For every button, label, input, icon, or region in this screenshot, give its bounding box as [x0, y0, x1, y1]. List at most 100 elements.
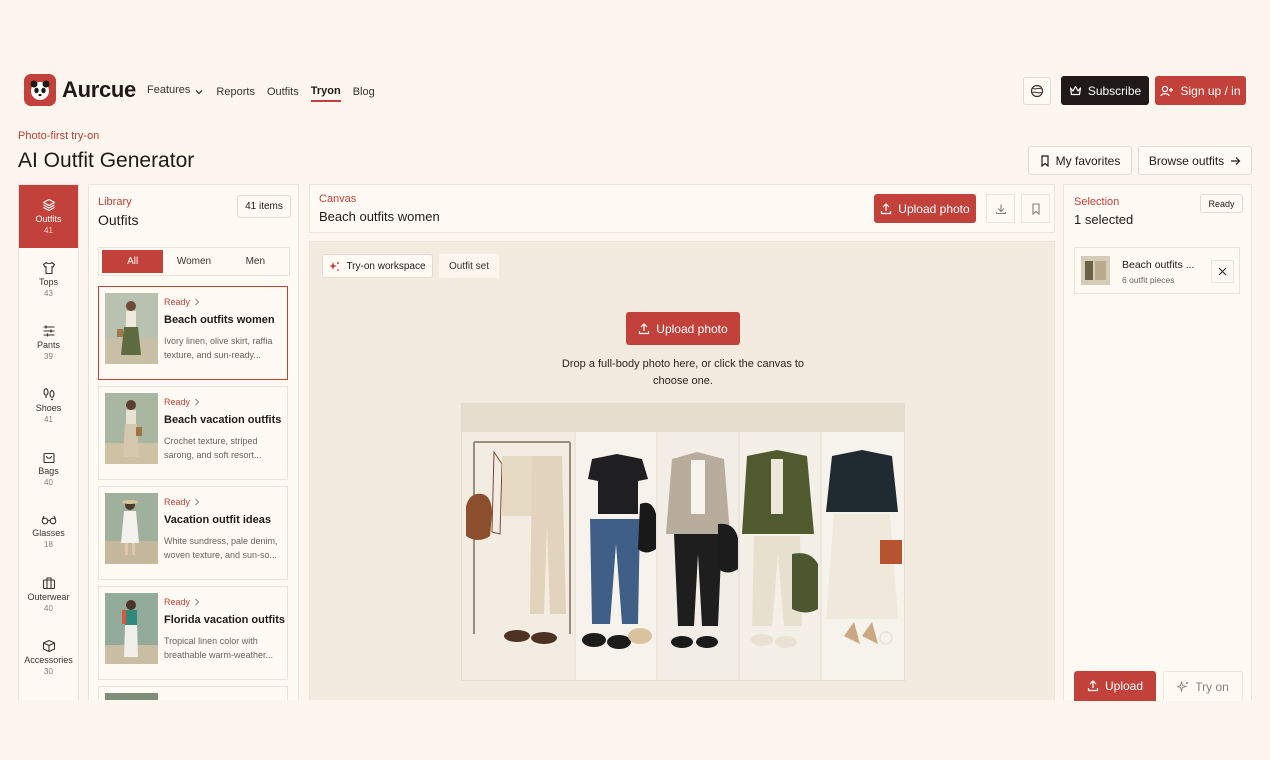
- status-text: Ready: [164, 597, 191, 607]
- outfit-preview-image: [461, 403, 905, 681]
- bookmark-icon: [1041, 154, 1049, 167]
- user-plus-icon: [1160, 85, 1174, 96]
- category-count: 40: [44, 604, 53, 613]
- download-button[interactable]: [986, 194, 1015, 223]
- outfit-title: Beach outfits women: [164, 314, 275, 326]
- shirt-icon: [42, 261, 55, 275]
- category-outerwear[interactable]: Outerwear 40: [19, 563, 78, 626]
- nav-tryon[interactable]: Tryon: [310, 84, 341, 102]
- tab-all[interactable]: All: [102, 250, 164, 273]
- category-label: Glasses: [32, 528, 65, 538]
- outfit-card[interactable]: Ready Beach outfits women Ivory linen, o…: [98, 286, 288, 380]
- crown-icon: [1069, 85, 1081, 95]
- nav-reports[interactable]: Reports: [216, 84, 255, 102]
- briefcase-icon: [42, 577, 55, 590]
- nav-features-label: Features: [147, 84, 191, 96]
- outfit-thumbnail: [105, 293, 158, 364]
- outfit-thumbnail: [105, 393, 158, 464]
- outfit-description: Ivory linen, olive skirt, raffia texture…: [164, 336, 273, 360]
- nav-blog[interactable]: Blog: [353, 84, 375, 102]
- outfit-description: Crochet texture, striped sarong, and sof…: [164, 436, 262, 460]
- outfit-description: Tropical linen color with breathable war…: [164, 636, 274, 660]
- selection-status-badge: Ready: [1200, 194, 1243, 213]
- selected-item-title: Beach outfits ...: [1122, 259, 1195, 271]
- category-label: Accessories: [24, 655, 73, 665]
- category-label: Bags: [38, 466, 59, 476]
- selected-item[interactable]: Beach outfits ... 6 outfit pieces: [1074, 247, 1240, 294]
- remove-selection-button[interactable]: [1211, 260, 1234, 283]
- nav-outfits[interactable]: Outfits: [267, 84, 299, 102]
- chevron-down-icon: [195, 89, 203, 94]
- category-label: Pants: [36, 340, 60, 350]
- category-rail: Outfits 41 Tops 43 Pants 39 Shoes 41 Bag…: [18, 184, 79, 700]
- selection-panel: Selection 1 selected Ready Beach outfits…: [1063, 184, 1252, 701]
- language-button[interactable]: [1023, 77, 1051, 105]
- signup-button[interactable]: Sign up / in: [1155, 76, 1246, 105]
- page-title: AI Outfit Generator: [18, 149, 195, 172]
- my-favorites-button[interactable]: My favorites: [1028, 146, 1132, 175]
- nav-features[interactable]: Features: [147, 84, 204, 102]
- outfit-card[interactable]: Ready Florida vacation outfits Tropical …: [98, 586, 288, 680]
- status-text: Ready: [164, 497, 191, 507]
- tab-men[interactable]: Men: [225, 250, 286, 273]
- sparkles-icon: [1177, 680, 1189, 693]
- globe-icon: [1030, 84, 1044, 98]
- library-title: Outfits: [98, 212, 139, 228]
- category-shoes[interactable]: Shoes 41: [19, 374, 78, 437]
- outfit-thumbnail: [105, 693, 158, 700]
- status-text: Ready: [164, 397, 191, 407]
- drop-upload-photo-button[interactable]: Upload photo: [626, 312, 740, 345]
- try-on-button[interactable]: Try on: [1163, 671, 1243, 701]
- drop-upload-label: Upload photo: [656, 321, 728, 336]
- library-filter-tabs: All Women Men: [98, 247, 290, 276]
- category-glasses[interactable]: Glasses 18: [19, 500, 78, 563]
- category-label: Outfits: [35, 214, 62, 224]
- box-icon: [42, 639, 55, 653]
- upload-icon: [881, 202, 892, 214]
- category-label: Shoes: [35, 403, 62, 413]
- selection-upload-button[interactable]: Upload: [1074, 671, 1156, 701]
- chevron-right-icon: [195, 498, 200, 506]
- category-count: 30: [44, 667, 53, 676]
- category-tops[interactable]: Tops 43: [19, 248, 78, 311]
- outfit-title: Beach vacation outfits: [164, 414, 282, 426]
- tryon-workspace[interactable]: Try-on workspace Outfit set Upload photo…: [309, 241, 1055, 700]
- brand-logo[interactable]: Aurcue: [24, 74, 136, 106]
- category-pants[interactable]: Pants 39: [19, 311, 78, 374]
- selection-eyebrow: Selection: [1074, 196, 1120, 208]
- category-label: Tops: [38, 277, 58, 287]
- category-count: 40: [44, 478, 53, 487]
- outfit-thumbnail: [105, 493, 158, 564]
- category-count: 43: [44, 289, 53, 298]
- chevron-right-icon: [195, 598, 200, 606]
- selected-item-subtitle: 6 outfit pieces: [1122, 275, 1175, 285]
- upload-photo-button[interactable]: Upload photo: [874, 194, 976, 223]
- category-bags[interactable]: Bags 40: [19, 437, 78, 500]
- selected-item-thumbnail: [1081, 256, 1110, 285]
- category-label: Outerwear: [27, 592, 70, 602]
- selection-upload-label: Upload: [1104, 679, 1144, 693]
- category-accessories[interactable]: Accessories 30: [19, 626, 78, 689]
- download-icon: [995, 204, 1006, 214]
- tab-women[interactable]: Women: [163, 250, 224, 273]
- bookmark-button[interactable]: [1021, 194, 1050, 223]
- status-badge: Ready: [164, 397, 200, 407]
- browse-outfits-button[interactable]: Browse outfits: [1138, 146, 1252, 175]
- status-badge: Ready: [164, 497, 200, 507]
- bag-icon: [42, 452, 55, 464]
- outfit-card[interactable]: Ready Beach vacation outfits Crochet tex…: [98, 386, 288, 480]
- category-outfits[interactable]: Outfits 41: [19, 185, 78, 248]
- outfit-card-partial[interactable]: [98, 686, 288, 700]
- category-count: 41: [44, 415, 53, 424]
- category-count: 39: [44, 352, 53, 361]
- tab-tryon-workspace[interactable]: Try-on workspace: [322, 254, 433, 278]
- subscribe-button[interactable]: Subscribe: [1061, 76, 1149, 105]
- glasses-icon: [41, 515, 56, 525]
- tab-tryon-label: Try-on workspace: [346, 260, 426, 272]
- category-count: 41: [44, 226, 53, 235]
- sparkles-icon: [329, 261, 340, 271]
- tab-outfit-set[interactable]: Outfit set: [439, 254, 499, 278]
- browse-label: Browse outfits: [1148, 153, 1225, 168]
- outfit-card[interactable]: Ready Vacation outfit ideas White sundre…: [98, 486, 288, 580]
- selection-title: 1 selected: [1074, 212, 1134, 227]
